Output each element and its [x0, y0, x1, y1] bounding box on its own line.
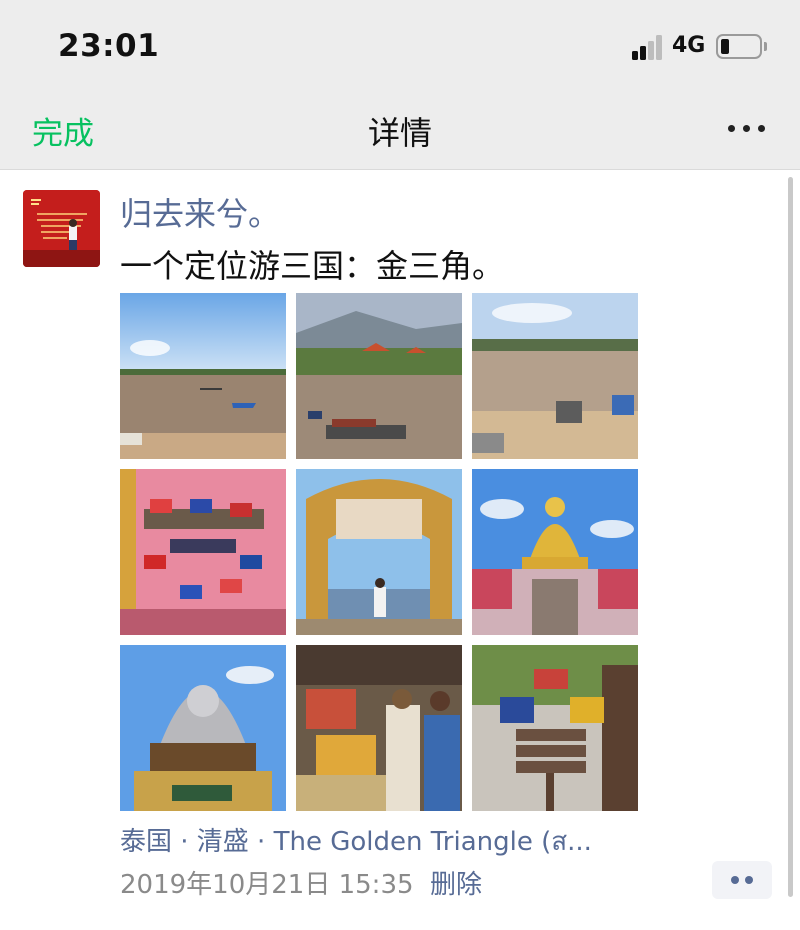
- photo-river-view[interactable]: [120, 293, 286, 459]
- photo-flags-wall[interactable]: [120, 469, 286, 635]
- post-timestamp: 2019年10月21日 15:35: [120, 870, 414, 900]
- photo-silver-statue[interactable]: [120, 645, 286, 811]
- photo-golden-arch[interactable]: [296, 469, 462, 635]
- signal-icon: [632, 34, 664, 60]
- network-type: 4G: [672, 33, 706, 58]
- status-time: 23:01: [58, 28, 160, 64]
- photo-golden-buddha[interactable]: [472, 469, 638, 635]
- status-bar: 23:01 4G: [0, 0, 800, 95]
- photo-temple-boats[interactable]: [296, 293, 462, 459]
- photo-signpost[interactable]: [472, 645, 638, 811]
- photo-market-stall[interactable]: [296, 645, 462, 811]
- battery-level: [721, 39, 729, 54]
- photo-riverbank[interactable]: [472, 293, 638, 459]
- battery-cap: [764, 42, 767, 51]
- comment-icon[interactable]: [712, 861, 772, 899]
- location-link[interactable]: 泰国 · 清盛 · The Golden Triangle (ส...: [120, 821, 592, 862]
- page-title: 详情: [367, 114, 432, 152]
- username[interactable]: 归去来兮。: [120, 189, 280, 235]
- battery-icon: [716, 34, 762, 59]
- avatar[interactable]: [23, 190, 100, 267]
- nav-bar: 完成 详情: [0, 95, 800, 170]
- delete-button[interactable]: 删除: [430, 864, 482, 901]
- scrollbar[interactable]: [788, 177, 793, 897]
- more-icon[interactable]: [722, 117, 772, 141]
- photo-grid: [120, 293, 638, 811]
- post-text: 一个定位游三国：金三角。: [120, 247, 505, 285]
- post-detail: 归去来兮。 一个定位游三国：金三角。 泰国 · 清盛 · The Golden …: [0, 171, 800, 930]
